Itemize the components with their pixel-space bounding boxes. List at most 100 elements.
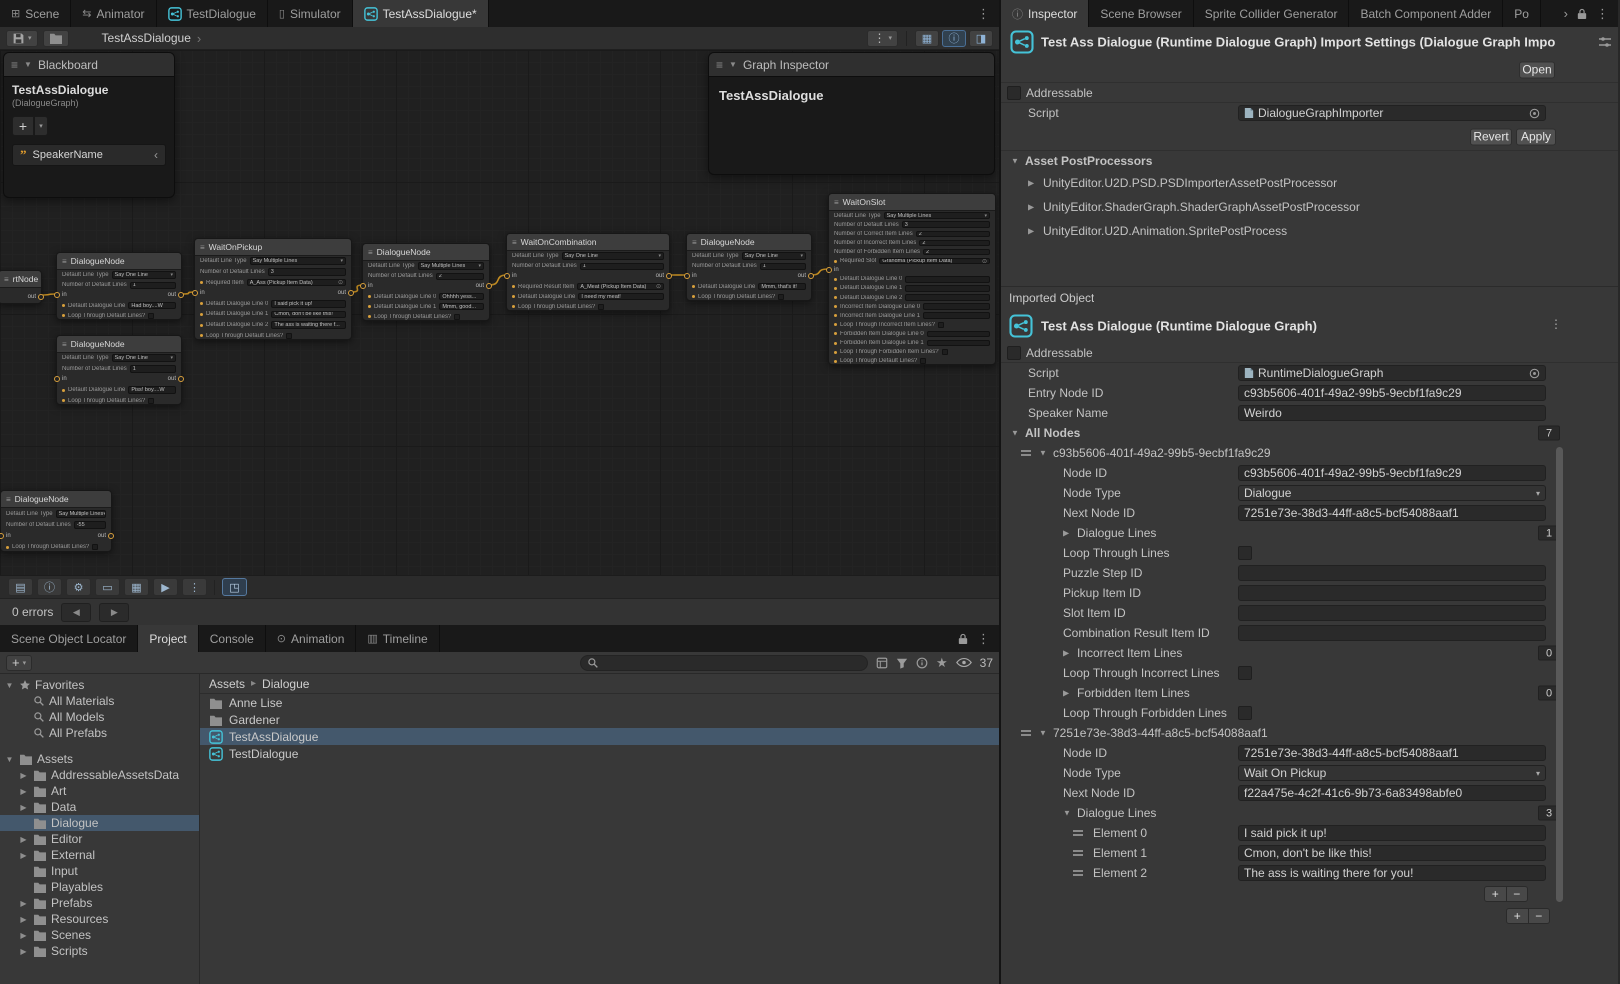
foldout-arrow-icon[interactable]: ▶ [1028,227,1034,236]
prev-error-button[interactable]: ◀ [61,603,91,622]
node-field[interactable]: 1 [130,365,176,373]
node-field[interactable]: 3 [268,268,346,276]
tree-arrow-icon[interactable]: ▶ [18,771,29,780]
node-title[interactable]: ≡DialogueNode [57,253,181,270]
blackboard-collapse-icon[interactable]: ▼ [24,60,32,69]
wait-on-pickup-node[interactable]: ≡WaitOnPickupDefault Line TypeSay Multip… [194,238,352,340]
tree-item-assets[interactable]: ▼Assets [0,751,199,767]
output-port[interactable] [178,292,184,298]
property-field[interactable] [1238,565,1546,581]
foldout-arrow-icon[interactable]: ▶ [1063,689,1069,698]
output-port[interactable] [38,294,44,300]
script-field[interactable]: DialogueGraphImporter [1238,105,1546,121]
node-checkbox[interactable] [92,544,98,550]
node-field[interactable]: 2 [436,273,484,280]
add-element-button[interactable]: + [1485,887,1507,901]
node-field[interactable] [905,294,990,301]
tree-item-all-materials[interactable]: All Materials [0,693,199,709]
tree-item-all-prefabs[interactable]: All Prefabs [0,725,199,741]
asset-gardener[interactable]: Gardener [200,711,999,728]
node-field[interactable]: A_Meat (Pickup Item Data)⊙ [577,283,664,290]
array-add-remove-buttons[interactable]: +− [1506,908,1550,924]
graph-inspector-panel[interactable]: ≡▼Graph Inspector TestAssDialogue [708,52,995,175]
node-field[interactable]: Say Multiple Lines▾ [250,257,346,265]
foldout-arrow-icon[interactable]: ▶ [1028,203,1034,212]
tree-item-art[interactable]: ▶Art [0,783,199,799]
node-field[interactable]: Cmon, don't be like this! [271,311,346,319]
drag-handle-icon[interactable] [1073,870,1083,876]
node-field[interactable]: -55 [74,521,106,529]
graph-footer-gear-button[interactable]: ⚙ [66,578,91,596]
property-field[interactable]: Weirdo [1238,405,1546,421]
save-graph-button[interactable]: ▾ [6,30,38,47]
output-port[interactable] [178,376,184,382]
enum-dropdown[interactable]: Dialogue▾ [1238,485,1546,501]
node-field[interactable]: Mmm, good... [439,303,484,310]
tree-item-prefabs[interactable]: ▶Prefabs [0,895,199,911]
node-checkbox[interactable] [942,349,948,355]
dock-tab-animation[interactable]: ⊙Animation [266,625,357,652]
dialogue-node-1[interactable]: ≡DialogueNodeDefault Line TypeSay One Li… [56,252,182,320]
create-asset-button[interactable]: +▾ [6,655,32,671]
tab-scroll-right-icon[interactable]: › [1564,6,1568,21]
object-picker-icon[interactable] [1529,368,1540,379]
search-by-type-icon[interactable] [876,657,888,669]
scrollbar-thumb[interactable] [1556,447,1563,902]
drag-handle-icon[interactable] [1073,850,1083,856]
node-field[interactable] [905,285,990,292]
output-port[interactable] [808,273,814,279]
node-field[interactable]: A_Ass (Pickup Item Data)⊙ [247,279,346,287]
object-picker-icon[interactable] [1529,108,1540,119]
asset-testassdialogue[interactable]: TestAssDialogue [200,728,999,745]
tree-arrow-icon[interactable]: ▼ [4,755,15,764]
tree-arrow-icon[interactable]: ▶ [18,947,29,956]
node-field[interactable] [927,331,990,338]
node-field[interactable]: Piss! boy....W [128,386,176,394]
node-field[interactable]: Say One Line▾ [112,354,176,362]
tree-item-dialogue[interactable]: Dialogue [0,815,199,831]
addressable-checkbox[interactable] [1007,346,1021,360]
window-menu-icon[interactable]: ⋮ [977,6,990,22]
revert-button[interactable]: Revert [1470,128,1512,145]
input-port[interactable] [504,273,510,279]
foldout-arrow-icon[interactable]: ▶ [1063,649,1069,658]
inspector-tab-inspector[interactable]: ⓘInspector [1001,0,1089,27]
tree-arrow-icon[interactable]: ▶ [18,915,29,924]
input-port[interactable] [360,283,366,289]
tree-item-editor[interactable]: ▶Editor [0,831,199,847]
tree-item-external[interactable]: ▶External [0,847,199,863]
input-port[interactable] [0,533,4,539]
node-checkbox[interactable] [286,333,292,339]
tree-arrow-icon[interactable]: ▶ [18,803,29,812]
dialogue-node-4[interactable]: ≡DialogueNodeDefault Line TypeSay One Li… [686,233,812,301]
output-port[interactable] [108,533,114,539]
foldout-arrow-icon[interactable]: ▼ [1039,449,1047,458]
drag-handle-icon[interactable] [1073,830,1083,836]
blackboard-add-button[interactable]: + [12,116,34,136]
input-port[interactable] [54,376,60,382]
node-field[interactable]: 3 [902,221,990,228]
node-field[interactable]: Say Multiple Lines▾ [56,510,106,518]
foldout-arrow-icon[interactable]: ▼ [1011,429,1019,438]
node-title[interactable]: ≡WaitOnPickup [195,239,351,256]
node-field[interactable]: 1 [130,282,176,289]
dock-menu-icon[interactable]: ⋮ [977,631,990,647]
property-checkbox[interactable] [1238,546,1252,560]
node-title[interactable]: ≡DialogueNode [57,336,181,353]
tree-arrow-icon[interactable]: ▶ [18,787,29,796]
graph-footer-info-button[interactable]: ⓘ [37,578,62,596]
tree-item-scripts[interactable]: ▶Scripts [0,943,199,959]
foldout-arrow-icon[interactable]: ▼ [1039,729,1047,738]
inspector-tab-batch-component-adder[interactable]: Batch Component Adder [1349,0,1503,27]
graph-footer-window-button[interactable]: ▭ [95,578,120,596]
dialogue-node-5[interactable]: ≡DialogueNodeDefault Line TypeSay Multip… [0,490,112,552]
node-checkbox[interactable] [454,314,460,320]
blackboard-variable-speakername[interactable]: ” SpeakerName ‹ [12,144,166,166]
window-tab-scene[interactable]: ⊞Scene [0,0,71,27]
input-port[interactable] [826,267,832,273]
remove-element-button[interactable]: − [1507,887,1528,901]
inspector-scrollbar[interactable] [1555,27,1564,984]
foldout-arrow-icon[interactable]: ▼ [1063,809,1071,818]
dock-tab-timeline[interactable]: ▥Timeline [356,625,439,652]
node-title[interactable]: ≡DialogueNode [687,234,811,251]
